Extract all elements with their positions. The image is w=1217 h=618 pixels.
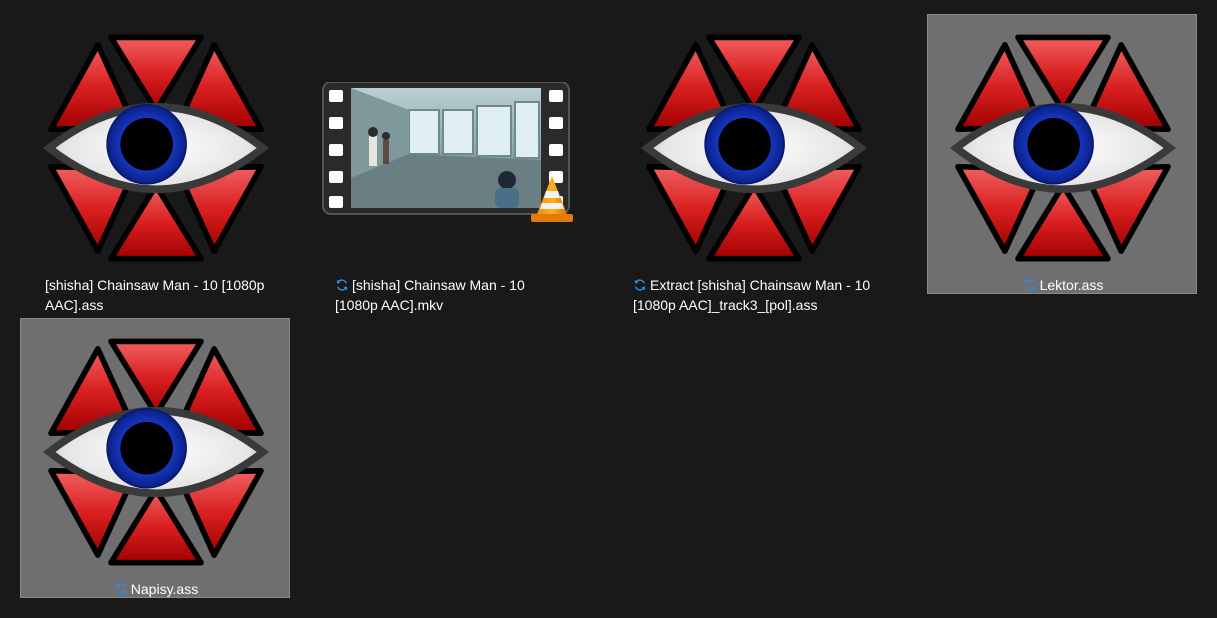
- file-name: Lektor.ass: [1039, 277, 1104, 293]
- sync-icon: [633, 278, 647, 292]
- file-name: Extract [shisha] Chainsaw Man - 10 [1080…: [633, 277, 871, 313]
- file-tile[interactable]: [shisha] Chainsaw Man - 10 [1080p AAC].m…: [310, 14, 581, 313]
- file-tile[interactable]: Extract [shisha] Chainsaw Man - 10 [1080…: [618, 14, 889, 313]
- aegisub-eye-icon: [21, 23, 291, 273]
- file-tile[interactable]: Lektor.ass: [927, 14, 1197, 294]
- file-name-caption: [shisha] Chainsaw Man - 10 [1080p AAC].a…: [21, 275, 291, 315]
- video-thumbnail-vlc-icon: [311, 23, 581, 273]
- file-name: Napisy.ass: [130, 581, 199, 597]
- aegisub-eye-icon: [928, 23, 1198, 273]
- sync-icon: [335, 278, 349, 292]
- file-name: [shisha] Chainsaw Man - 10 [1080p AAC].a…: [45, 277, 265, 313]
- file-name-caption: Lektor.ass: [928, 275, 1198, 295]
- aegisub-eye-icon: [619, 23, 889, 273]
- file-tile[interactable]: Napisy.ass: [20, 318, 290, 598]
- vlc-cone-icon: [531, 176, 573, 222]
- sync-icon: [1023, 278, 1037, 292]
- file-name: [shisha] Chainsaw Man - 10 [1080p AAC].m…: [335, 277, 525, 313]
- file-view: [shisha] Chainsaw Man - 10 [1080p AAC].a…: [0, 0, 1217, 618]
- sync-icon: [114, 582, 128, 596]
- file-name-caption: [shisha] Chainsaw Man - 10 [1080p AAC].m…: [311, 275, 581, 315]
- file-name-caption: Extract [shisha] Chainsaw Man - 10 [1080…: [619, 275, 889, 315]
- file-tile[interactable]: [shisha] Chainsaw Man - 10 [1080p AAC].a…: [20, 14, 291, 313]
- aegisub-eye-icon: [21, 327, 291, 577]
- file-name-caption: Napisy.ass: [21, 579, 291, 599]
